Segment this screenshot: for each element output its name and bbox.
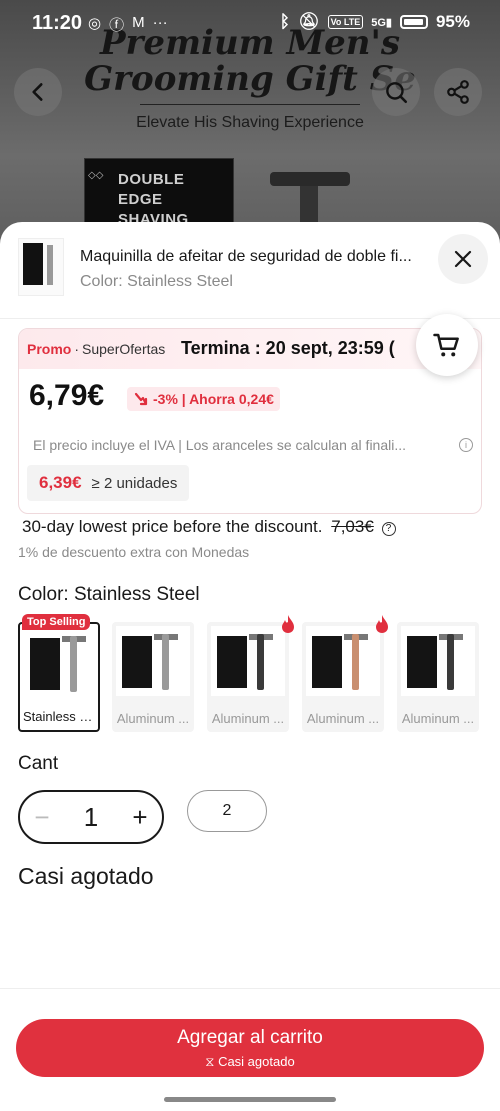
search-icon [386, 82, 408, 104]
quantity-stepper: − 1 + [18, 790, 164, 844]
variant-label: Aluminum ... [211, 711, 285, 726]
decrement-button[interactable]: − [30, 802, 54, 833]
add-to-cart-sublabel: ⧖ Casi agotado [16, 1054, 484, 1070]
share-button[interactable] [434, 68, 482, 116]
lowest-price-note: 30-day lowest price before the discount.… [22, 517, 396, 537]
stock-status: Casi agotado [18, 863, 154, 889]
status-bar: 11:20 ◎ ⓕ M ··· ᛒ 🔕︎ Vo LTE 5G▮ 95% [0, 0, 500, 46]
fire-icon [282, 615, 294, 633]
promo-image-rule [140, 104, 360, 105]
box-logo: ◇◇ [88, 170, 104, 181]
razor-head-image [270, 172, 350, 186]
whatsapp-icon: ◎ [88, 15, 102, 32]
variant-label: Aluminum ... [401, 711, 475, 726]
home-indicator[interactable] [164, 1097, 336, 1102]
variant-label: Aluminum ... [306, 711, 380, 726]
close-icon [454, 250, 472, 268]
cart-button[interactable] [416, 314, 478, 376]
status-system-icons: ᛒ 🔕︎ Vo LTE 5G▮ 95% [280, 12, 470, 32]
product-title: Maquinilla de afeitar de seguridad de do… [80, 248, 412, 265]
battery-icon [399, 15, 428, 29]
add-to-cart-label: Agregar al carrito [177, 1027, 323, 1048]
product-selected-variant: Color: Stainless Steel [80, 273, 233, 290]
chevron-left-icon [32, 83, 43, 101]
top-selling-badge: Top Selling [22, 614, 91, 630]
current-price: 6,79€ [29, 379, 105, 412]
tier-price: 6,39€ [39, 473, 82, 492]
status-time: 11:20 [32, 12, 83, 34]
tier-quantity: ≥ 2 unidades [91, 474, 178, 492]
coins-discount: 1% de descuento extra con Monedas [18, 544, 250, 560]
promo-strip: Promo · SuperOfertas Termina : 20 sept, 23… [19, 329, 481, 369]
close-button[interactable] [438, 234, 488, 284]
share-icon [447, 80, 469, 104]
back-button[interactable] [14, 68, 62, 116]
promo-name: SuperOfertas [82, 341, 166, 357]
quantity-value[interactable]: 1 [84, 802, 98, 833]
header-divider [0, 318, 500, 319]
info-icon[interactable]: i [459, 438, 473, 452]
signal-icon: 5G▮ [371, 16, 392, 29]
variant-label: Stainless S... [23, 709, 98, 724]
status-app-icons: ◎ ⓕ M ··· [88, 14, 168, 35]
arrow-down-icon [134, 392, 148, 406]
facebook-icon: ⓕ [109, 17, 125, 34]
promo-countdown: Termina : 20 sept, 23:59 ( [181, 338, 395, 358]
fire-icon [376, 615, 388, 633]
quantity-label: Cant [18, 753, 59, 774]
variant-option[interactable]: Stainless S... [18, 622, 100, 732]
search-button[interactable] [372, 68, 420, 116]
variant-label: Aluminum ... [116, 711, 190, 726]
variant-option[interactable]: Aluminum ... [397, 622, 479, 732]
discount-badge: -3% | Ahorra 0,24€ [127, 387, 280, 411]
increment-button[interactable]: + [128, 802, 152, 833]
variant-option[interactable]: Aluminum ... [112, 622, 194, 732]
tier-price-badge: 6,39€ ≥ 2 unidades [27, 465, 190, 501]
cart-icon [433, 333, 459, 357]
promo-brand: Promo [27, 341, 72, 357]
volte-icon: Vo LTE [327, 15, 364, 29]
add-to-cart-stock: Casi agotado [218, 1054, 295, 1069]
tax-note: El precio incluye el IVA | Los aranceles… [33, 437, 407, 453]
quantity-chip[interactable]: 2 [187, 790, 267, 832]
lowest-price-text: 30-day lowest price before the discount. [22, 517, 323, 536]
promo-image-subtitle: Elevate His Shaving Experience [136, 114, 364, 131]
add-to-cart-button[interactable]: Agregar al carrito ⧖ Casi agotado [16, 1019, 484, 1077]
help-icon[interactable]: ? [381, 522, 396, 536]
promo-label: Promo · SuperOfertas [27, 341, 166, 357]
lowest-price-value: 7,03€ [331, 517, 374, 536]
battery-percent: 95% [435, 12, 470, 31]
discount-text: -3% | Ahorra 0,24€ [153, 391, 274, 407]
hourglass-icon: ⧖ [205, 1054, 215, 1069]
bluetooth-icon: ᛒ [279, 12, 290, 31]
promo-image-title-line2: Grooming Gift Se [84, 59, 416, 99]
more-icon: ··· [152, 14, 168, 31]
color-label: Color: Stainless Steel [18, 584, 200, 605]
product-thumbnail [18, 238, 64, 296]
sheet-product-header: Maquinilla de afeitar de seguridad de do… [0, 222, 500, 312]
variant-option[interactable]: Aluminum ... [207, 622, 289, 732]
price-card: Promo · SuperOfertas Termina : 20 sept, 23… [18, 328, 482, 514]
gmail-icon: M [132, 14, 145, 31]
variant-option[interactable]: Aluminum ... [302, 622, 384, 732]
color-variants: Stainless S... Aluminum ... Aluminum ...… [18, 622, 488, 732]
sheet-footer: Agregar al carrito ⧖ Casi agotado [0, 988, 500, 1111]
mute-icon: 🔕︎ [297, 12, 320, 31]
